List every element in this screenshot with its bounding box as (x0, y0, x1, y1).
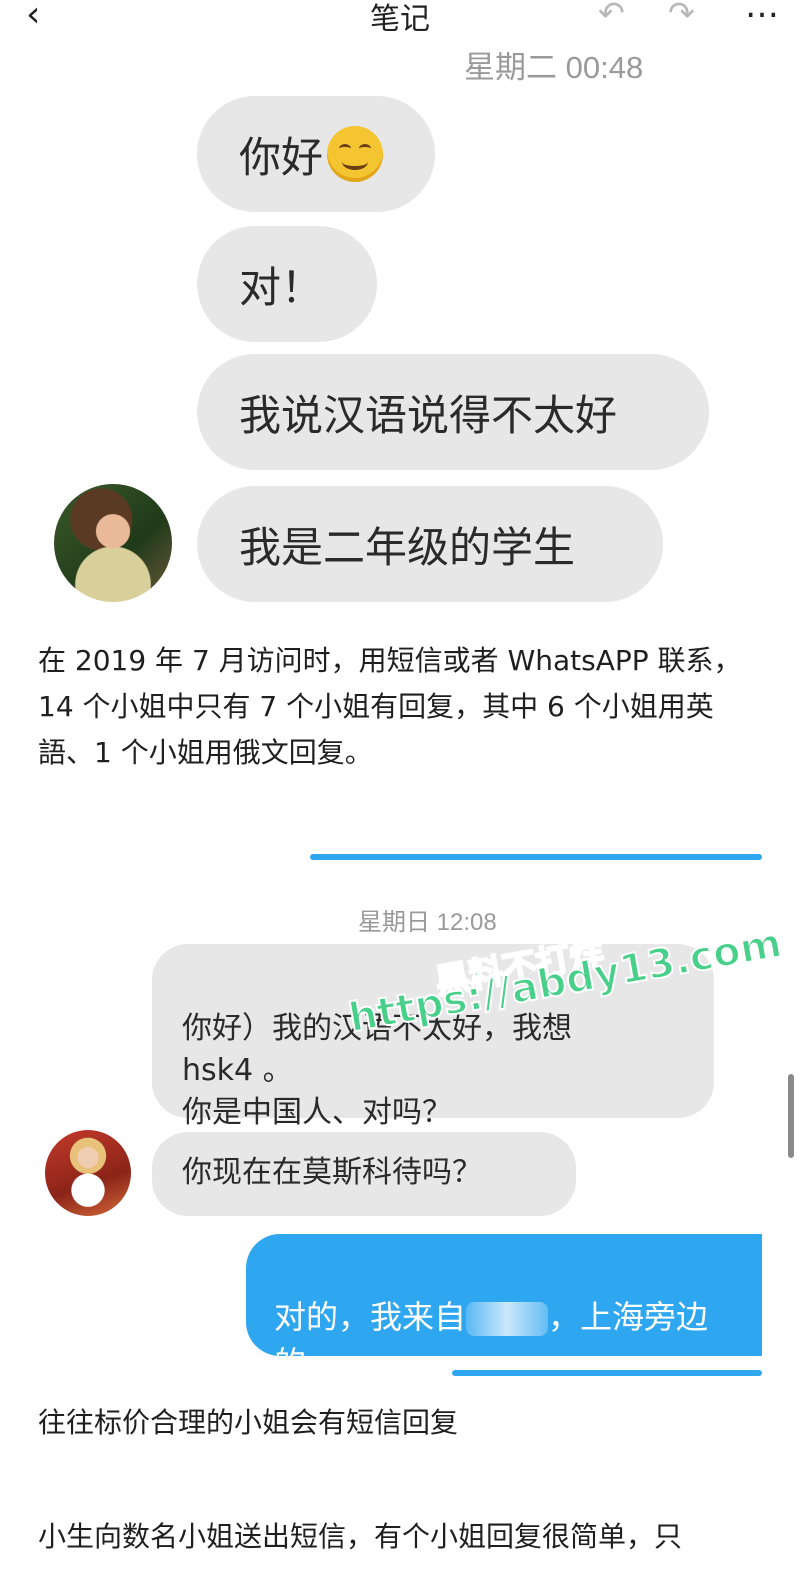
message-bubble: 你好 (197, 96, 435, 212)
message-bubble: 你现在在莫斯科待吗？ (152, 1132, 576, 1216)
message-text: 对！ (239, 262, 324, 312)
body-paragraph: 在 2019 年 7 月访问时，用短信或者 WhatsAPP 联系，14 个小姐… (38, 644, 742, 769)
message-bubble: 对！ (197, 226, 377, 342)
message-bubble: 我是二年级的学生 (197, 486, 663, 602)
top-bar: ‹ 笔记 ↶ ↷ … (0, 0, 800, 37)
message-text: 对的，我来自 (274, 1298, 467, 1336)
body-paragraph: 往往标价合理的小姐会有短信回复 (38, 1406, 459, 1439)
undo-icon[interactable]: ↶ (598, 0, 625, 32)
message-text: 你现在在莫斯科待吗？ (182, 1155, 482, 1190)
chat1-timestamp: 星期二 00:48 (464, 50, 644, 85)
chat2-timestamp: 星期日 12:08 (358, 909, 497, 936)
message-text: 你好 (239, 132, 324, 182)
message-text: 我说汉语说得不太好 (239, 390, 618, 440)
scrollbar[interactable] (788, 1074, 794, 1158)
more-icon[interactable]: … (745, 0, 780, 26)
outgoing-message-bubble: 对的，我来自，上海旁边的 城市。我刚刚搬来莫斯科住。 (246, 1234, 762, 1356)
divider (310, 854, 762, 860)
redo-icon[interactable]: ↷ (668, 0, 695, 32)
avatar (54, 484, 172, 602)
divider (452, 1370, 762, 1376)
redacted-blur (466, 1302, 549, 1336)
smile-emoji-icon (327, 126, 384, 182)
body-paragraph: 小生向数名小姐送出短信，有个小姐回复很简单，只 (38, 1520, 683, 1553)
avatar (45, 1130, 131, 1216)
message-bubble: 我说汉语说得不太好 (197, 354, 709, 470)
message-text: 我是二年级的学生 (239, 522, 576, 572)
